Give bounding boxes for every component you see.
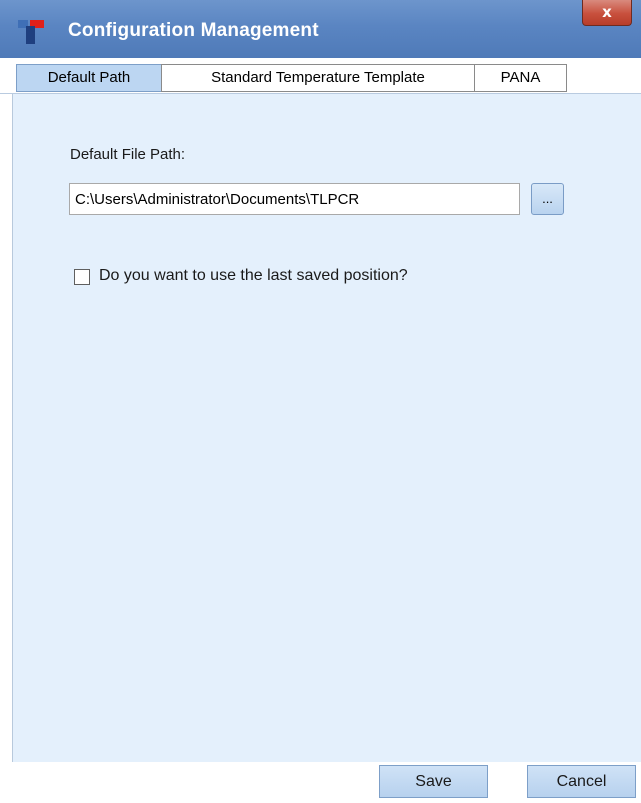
- panel-left-margin: [0, 94, 12, 762]
- app-logo-icon: [18, 20, 44, 44]
- save-button[interactable]: Save: [379, 765, 488, 798]
- default-file-path-input[interactable]: [69, 183, 520, 215]
- default-file-path-label: Default File Path:: [70, 146, 186, 163]
- title-bar[interactable]: Configuration Management x: [0, 0, 641, 58]
- configuration-window: Configuration Management x Default Path …: [0, 0, 641, 803]
- tab-pana[interactable]: PANA: [474, 64, 567, 92]
- use-last-saved-position-label[interactable]: Do you want to use the last saved positi…: [99, 267, 408, 285]
- tab-strip: Default Path Standard Temperature Templa…: [0, 58, 641, 96]
- browse-button[interactable]: ...: [531, 183, 564, 215]
- close-icon: x: [602, 3, 612, 21]
- window-title: Configuration Management: [68, 20, 319, 41]
- tab-default-path[interactable]: Default Path: [16, 64, 162, 92]
- tab-standard-temperature-template[interactable]: Standard Temperature Template: [161, 64, 475, 92]
- cancel-button[interactable]: Cancel: [527, 765, 636, 798]
- use-last-saved-position-checkbox[interactable]: [74, 269, 90, 285]
- close-button[interactable]: x: [582, 0, 632, 26]
